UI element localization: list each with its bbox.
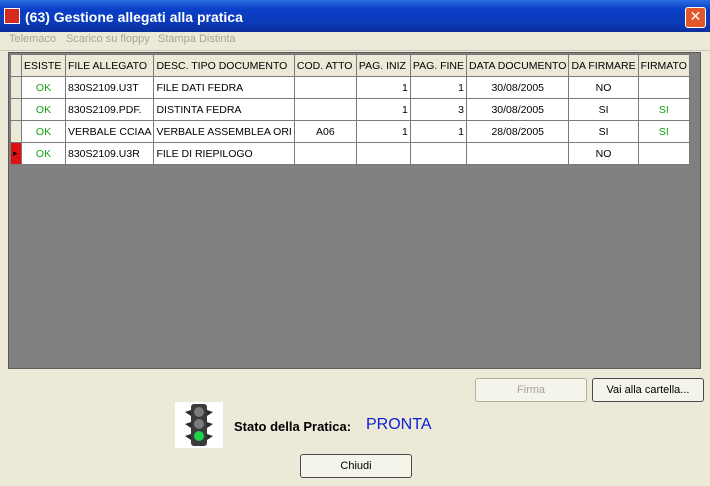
title-bar: (63) Gestione allegati alla pratica ✕ [0,0,710,32]
row-selector[interactable] [10,76,22,99]
chiudi-button[interactable]: Chiudi [300,454,412,478]
column-header-data-documento[interactable]: DATA DOCUMENTO [466,54,570,77]
table-header-row: ESISTE FILE ALLEGATO DESC. TIPO DOCUMENT… [10,54,690,77]
menu-telemaco[interactable]: Telemaco [9,33,56,45]
column-header-esiste[interactable]: ESISTE [21,54,66,77]
window-title: (63) Gestione allegati alla pratica [25,9,243,25]
cell-cod-atto [293,98,357,121]
column-header-da-firmare[interactable]: DA FIRMARE [568,54,639,77]
traffic-light-green-icon [175,402,223,448]
column-header-file-allegato[interactable]: FILE ALLEGATO [64,54,155,77]
cell-pag-iniz: 1 [355,98,411,121]
cell-da-firmare: NO [568,76,639,99]
column-header-pag-iniz[interactable]: PAG. INIZ [355,54,411,77]
cell-da-firmare: SI [568,98,639,121]
cell-esiste: OK [21,142,66,165]
cell-firmato: SI [637,98,690,121]
attachments-grid-panel: ESISTE FILE ALLEGATO DESC. TIPO DOCUMENT… [8,52,701,369]
cell-pag-fine [409,142,468,165]
cell-desc-tipo: FILE DATI FEDRA [153,76,295,99]
firma-button[interactable]: Firma [475,378,587,402]
cell-pag-iniz: 1 [355,120,411,143]
cell-pag-iniz: 1 [355,76,411,99]
menu-scarico-floppy[interactable]: Scarico su floppy [66,33,150,45]
cell-da-firmare: NO [568,142,639,165]
menu-stampa-distinta[interactable]: Stampa Distinta [158,33,236,45]
close-button[interactable]: ✕ [685,7,706,28]
current-row-indicator[interactable]: ▸ [10,142,22,165]
cell-data-documento [466,142,570,165]
vai-alla-cartella-button[interactable]: Vai alla cartella... [592,378,704,402]
cell-data-documento: 28/08/2005 [466,120,570,143]
cell-pag-fine: 1 [409,76,468,99]
cell-pag-fine: 1 [409,120,468,143]
row-selector[interactable] [10,98,22,121]
cell-esiste: OK [21,76,66,99]
cell-file-allegato: 830S2109.U3T [64,76,155,99]
cell-esiste: OK [21,120,66,143]
attachments-table: ESISTE FILE ALLEGATO DESC. TIPO DOCUMENT… [10,54,690,165]
column-header-desc-tipo[interactable]: DESC. TIPO DOCUMENTO [153,54,295,77]
cell-file-allegato: 830S2109.PDF. [64,98,155,121]
cell-cod-atto [293,142,357,165]
cell-file-allegato: VERBALE CCIAA [64,120,155,143]
cell-da-firmare: SI [568,120,639,143]
column-header-cod-atto[interactable]: COD. ATTO [293,54,357,77]
cell-data-documento: 30/08/2005 [466,76,570,99]
cell-cod-atto: A06 [293,120,357,143]
cell-desc-tipo: FILE DI RIEPILOGO [153,142,295,165]
table-row[interactable]: OK 830S2109.PDF. DISTINTA FEDRA 1 3 30/0… [10,98,690,121]
menu-bar: Telemaco Scarico su floppy Stampa Distin… [0,32,710,51]
cell-esiste: OK [21,98,66,121]
column-header-pag-fine[interactable]: PAG. FINE [409,54,468,77]
column-header-firmato[interactable]: FIRMATO [637,54,690,77]
cell-file-allegato: 830S2109.U3R [64,142,155,165]
table-row[interactable]: OK VERBALE CCIAA VERBALE ASSEMBLEA ORI A… [10,120,690,143]
cell-pag-fine: 3 [409,98,468,121]
status-label: Stato della Pratica: [234,419,352,434]
table-row[interactable]: OK 830S2109.U3T FILE DATI FEDRA 1 1 30/0… [10,76,690,99]
cell-desc-tipo: VERBALE ASSEMBLEA ORI [153,120,295,143]
cell-firmato: SI [637,120,690,143]
table-row[interactable]: ▸ OK 830S2109.U3R FILE DI RIEPILOGO NO [10,142,690,165]
cell-pag-iniz [355,142,411,165]
cell-data-documento: 30/08/2005 [466,98,570,121]
cell-firmato [637,76,690,99]
cell-cod-atto [293,76,357,99]
row-selector[interactable] [10,120,22,143]
row-selector-header [10,54,22,77]
app-icon [4,8,20,24]
cell-firmato [637,142,690,165]
status-value: PRONTA [366,416,432,433]
cell-desc-tipo: DISTINTA FEDRA [153,98,295,121]
